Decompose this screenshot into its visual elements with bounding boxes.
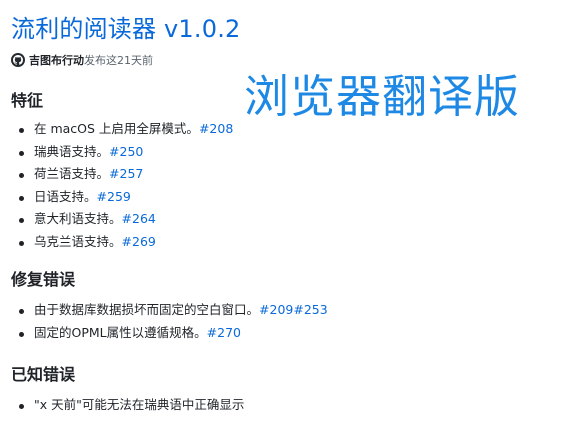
issue-link[interactable]: #257 bbox=[109, 166, 143, 181]
issue-link[interactable]: #270 bbox=[207, 325, 241, 340]
release-published-time: 发布这21天前 bbox=[84, 54, 153, 67]
list-item: 瑞典语支持。#250 bbox=[17, 141, 233, 164]
issue-link[interactable]: #269 bbox=[122, 234, 156, 249]
issue-link[interactable]: #259 bbox=[97, 189, 131, 204]
section-heading-known-bugs: 已知错误 bbox=[11, 365, 76, 384]
section-heading-features: 特征 bbox=[11, 91, 44, 110]
browser-translation-label: 浏览器翻译版 bbox=[244, 70, 521, 123]
features-list: 在 macOS 上启用全屏模式。#208 瑞典语支持。#250 荷兰语支持。#2… bbox=[17, 118, 233, 253]
github-octocat-icon[interactable] bbox=[11, 53, 25, 67]
issue-link[interactable]: #208 bbox=[199, 121, 233, 136]
issue-link[interactable]: #209 bbox=[259, 302, 293, 317]
release-author-link[interactable]: 吉图布行动 bbox=[29, 52, 84, 68]
list-item: 由于数据库数据损坏而固定的空白窗口。#209#253 bbox=[17, 299, 328, 322]
list-item: 乌克兰语支持。#269 bbox=[17, 231, 233, 254]
section-heading-bug-fixes: 修复错误 bbox=[11, 270, 76, 289]
issue-link[interactable]: #264 bbox=[122, 211, 156, 226]
list-item: 在 macOS 上启用全屏模式。#208 bbox=[17, 118, 233, 141]
list-item: 固定的OPML属性以遵循规格。#270 bbox=[17, 322, 328, 345]
list-item: "x 天前"可能无法在瑞典语中正确显示 bbox=[17, 394, 244, 417]
list-item: 荷兰语支持。#257 bbox=[17, 163, 233, 186]
bug-fixes-list: 由于数据库数据损坏而固定的空白窗口。#209#253 固定的OPML属性以遵循规… bbox=[17, 299, 328, 344]
release-byline: 吉图布行动 发布这21天前 bbox=[11, 52, 153, 68]
issue-link[interactable]: #253 bbox=[293, 302, 327, 317]
known-bugs-list: "x 天前"可能无法在瑞典语中正确显示 bbox=[17, 394, 244, 417]
list-item: 意大利语支持。#264 bbox=[17, 208, 233, 231]
release-title[interactable]: 流利的阅读器 v1.0.2 bbox=[11, 9, 241, 44]
issue-link[interactable]: #250 bbox=[109, 144, 143, 159]
list-item: 日语支持。#259 bbox=[17, 186, 233, 209]
